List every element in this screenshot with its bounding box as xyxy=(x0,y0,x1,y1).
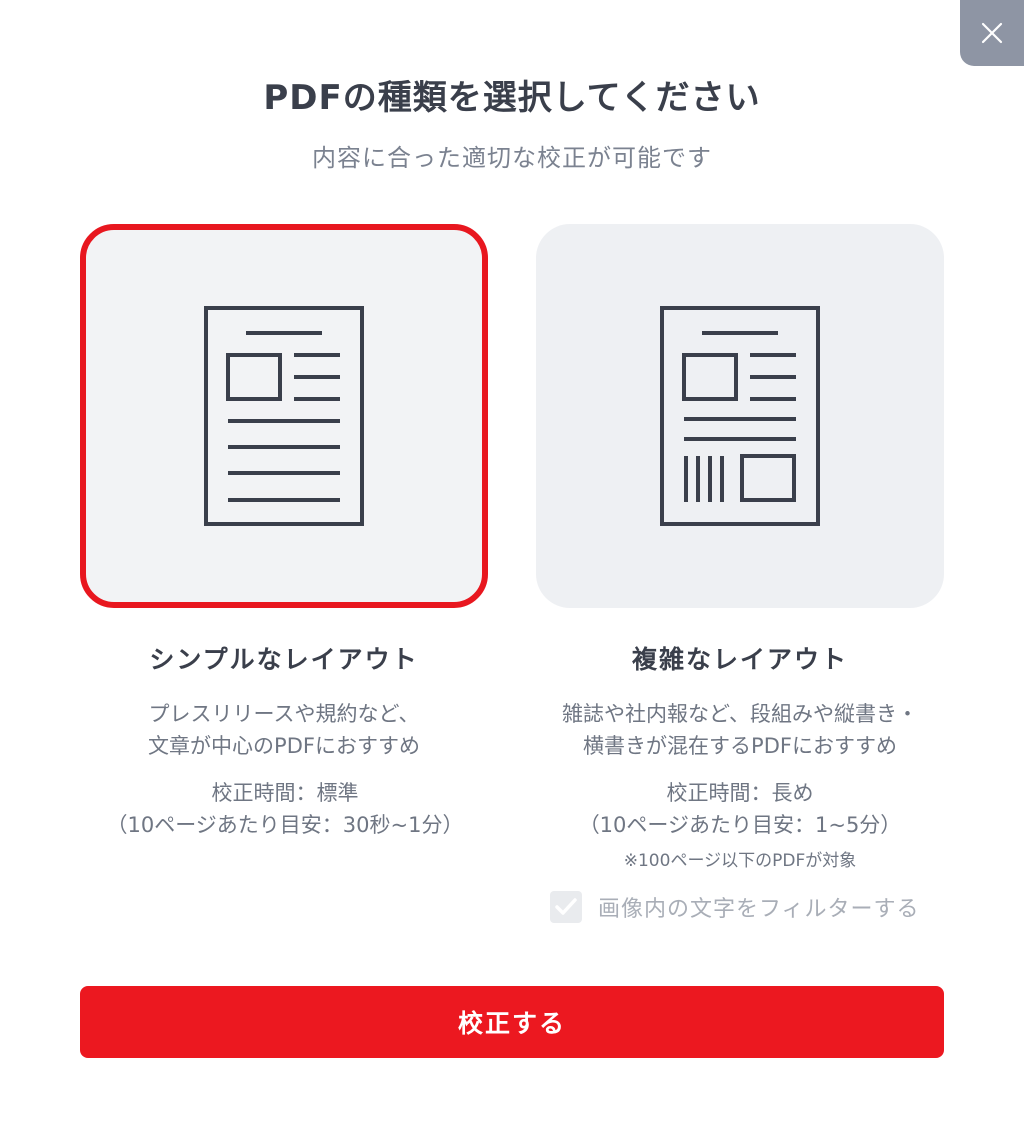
simple-layout-title: シンプルなレイアウト xyxy=(149,645,419,674)
complex-time-line2: （10ページあたり目安：1~5分） xyxy=(578,813,902,837)
simple-desc-line2: 文章が中心のPDFにおすすめ xyxy=(148,734,420,758)
proofread-button[interactable]: 校正する xyxy=(80,986,944,1058)
simple-layout-time: 校正時間：標準 （10ページあたり目安：30秒~1分） xyxy=(70,777,500,841)
complex-layout-note: ※100ページ以下のPDFが対象 xyxy=(623,851,857,871)
checkmark-icon xyxy=(555,898,577,915)
image-text-filter-option[interactable]: 画像内の文字をフィルターする xyxy=(550,890,920,924)
simple-layout-description: プレスリリースや規約など、 文章が中心のPDFにおすすめ xyxy=(80,698,488,762)
complex-desc-line2: 横書きが混在するPDFにおすすめ xyxy=(583,734,897,758)
filter-label: 画像内の文字をフィルターする xyxy=(598,897,920,922)
simple-desc-line1: プレスリリースや規約など、 xyxy=(148,702,420,726)
complex-time-line1: 校正時間：長め xyxy=(666,781,814,805)
pdf-type-modal: PDFの種類を選択してください 内容に合った適切な校正が可能です シンプルなレイ… xyxy=(0,0,1024,1138)
modal-title: PDFの種類を選択してください xyxy=(263,78,761,118)
complex-layout-description: 雑誌や社内報など、段組みや縦書き・ 横書きが混在するPDFにおすすめ xyxy=(520,698,960,762)
complex-desc-line1: 雑誌や社内報など、段組みや縦書き・ xyxy=(562,702,918,726)
simple-time-line2: （10ページあたり目安：30秒~1分） xyxy=(106,813,464,837)
simple-layout-card[interactable] xyxy=(80,224,488,608)
modal-subtitle: 内容に合った適切な校正が可能です xyxy=(312,144,712,172)
complex-layout-time: 校正時間：長め （10ページあたり目安：1~5分） xyxy=(525,777,955,841)
complex-layout-document-icon xyxy=(660,306,820,526)
simple-time-line1: 校正時間：標準 xyxy=(211,781,359,805)
close-button[interactable] xyxy=(960,0,1024,66)
complex-layout-title: 複雑なレイアウト xyxy=(631,645,848,674)
close-icon xyxy=(981,22,1003,44)
filter-checkbox[interactable] xyxy=(550,891,582,923)
complex-layout-card[interactable] xyxy=(536,224,944,608)
simple-layout-document-icon xyxy=(204,306,364,526)
